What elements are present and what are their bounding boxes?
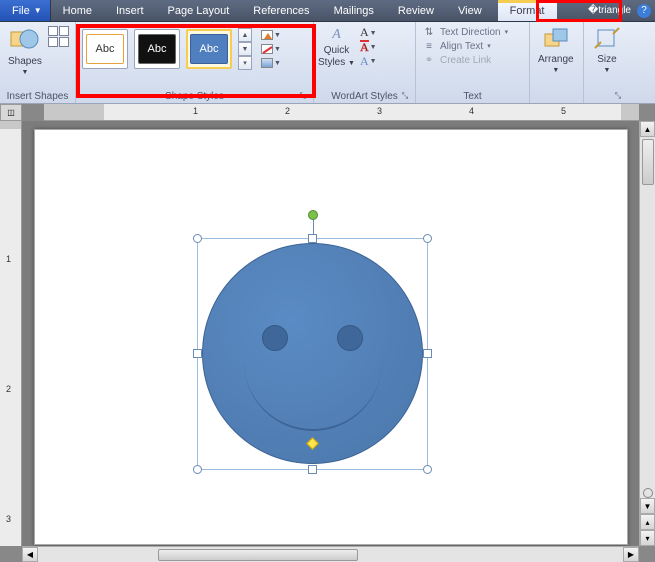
link-icon: ⚭ [422, 54, 436, 66]
group-shape-styles: Abc Abc Abc ▲ ▼ ▾ ▼ ▼ ▼ Shape Styles⤡ [76, 22, 314, 103]
next-page-button[interactable]: ▾ [640, 530, 655, 546]
align-text-button[interactable]: ≡Align Text▾ [422, 40, 508, 52]
browse-object-button[interactable] [643, 488, 653, 498]
dialog-launcher-icon[interactable]: ⤡ [612, 91, 624, 103]
shapes-label: Shapes [8, 56, 42, 67]
tab-insert[interactable]: Insert [104, 0, 156, 21]
resize-handle-tl[interactable] [193, 234, 202, 243]
scroll-right-button[interactable]: ▶ [623, 547, 639, 562]
shapes-button[interactable]: Shapes ▼ [4, 24, 46, 78]
help-icon[interactable]: ? [637, 4, 651, 18]
group-arrange: Arrange ▼ [530, 22, 584, 103]
shape-style-gallery: Abc Abc Abc ▲ ▼ ▾ ▼ ▼ ▼ [80, 24, 290, 74]
quick-styles-icon: A [325, 26, 347, 44]
tab-format[interactable]: Format [498, 0, 557, 21]
shapes-mini-gallery[interactable] [48, 24, 71, 47]
tab-file-label: File [12, 5, 30, 17]
vertical-ruler[interactable]: 123 [0, 121, 22, 546]
tab-page-layout[interactable]: Page Layout [156, 0, 242, 21]
group-size: Size ▼ ⤡ [584, 22, 628, 103]
create-link-button: ⚭Create Link [422, 54, 508, 66]
dialog-launcher-icon[interactable]: ⤡ [297, 91, 309, 103]
gallery-scroll: ▲ ▼ ▾ [238, 28, 252, 70]
resize-handle-b[interactable] [308, 465, 317, 474]
align-text-icon: ≡ [422, 40, 436, 52]
group-label-wordart: WordArt Styles⤡ [318, 89, 411, 103]
shape-selection [197, 214, 428, 472]
size-button[interactable]: Size ▼ [588, 24, 626, 76]
resize-handle-bl[interactable] [193, 465, 202, 474]
tab-references[interactable]: References [241, 0, 321, 21]
shape-style-swatch-2[interactable]: Abc [134, 29, 180, 69]
horizontal-ruler[interactable]: 123456 [44, 104, 639, 121]
ribbon: Shapes ▼ Insert Shapes Abc Abc Abc ▲ ▼ ▾ [0, 22, 655, 104]
text-fill-button[interactable]: A▼ [359, 26, 387, 40]
chevron-down-icon: ▼ [274, 46, 281, 53]
vscroll-thumb[interactable] [642, 139, 654, 185]
shape-style-swatch-1[interactable]: Abc [82, 29, 128, 69]
text-effects-button[interactable]: A▼ [359, 54, 387, 68]
resize-handle-l[interactable] [193, 349, 202, 358]
group-wordart-styles: A Quick Styles ▼ A▼ A▼ A▼ WordArt Styles… [314, 22, 416, 103]
chevron-down-icon: ▼ [274, 32, 281, 39]
shape-outline-button[interactable]: ▼ [260, 42, 288, 56]
gallery-more-button[interactable]: ▾ [238, 56, 252, 70]
shape-fill-button[interactable]: ▼ [260, 28, 288, 42]
group-insert-shapes: Shapes ▼ Insert Shapes [0, 22, 76, 103]
scroll-down-button[interactable]: ▼ [640, 498, 655, 514]
resize-handle-r[interactable] [423, 349, 432, 358]
text-direction-icon: ⇅ [422, 26, 436, 38]
rotation-handle[interactable] [308, 210, 318, 220]
resize-handle-tr[interactable] [423, 234, 432, 243]
scroll-up-button[interactable]: ▲ [640, 121, 655, 137]
chevron-down-icon: ▼ [34, 6, 42, 15]
ruler-corner[interactable]: ◫ [0, 104, 22, 121]
hscroll-thumb[interactable] [158, 549, 358, 561]
selection-rectangle [197, 238, 428, 470]
group-label-shape-styles: Shape Styles⤡ [80, 89, 309, 103]
text-outline-button[interactable]: A▼ [359, 40, 387, 54]
shape-effects-button[interactable]: ▼ [260, 56, 288, 70]
gallery-scroll-up[interactable]: ▲ [238, 28, 252, 42]
quick-styles-button[interactable]: A Quick Styles ▼ [318, 24, 355, 68]
window-controls: �triangle ? [588, 0, 655, 21]
tab-view[interactable]: View [446, 0, 494, 21]
shape-fill-tools: ▼ ▼ ▼ [260, 28, 288, 70]
horizontal-scrollbar[interactable]: ◀ ▶ [22, 546, 639, 562]
ribbon-minimize-icon[interactable]: �triangle [588, 5, 631, 16]
chevron-down-icon: ▼ [21, 69, 28, 76]
ribbon-tabstrip: File ▼ Home Insert Page Layout References… [0, 0, 655, 22]
vertical-scrollbar[interactable]: ▲ ▼ ▴ ▾ [639, 121, 655, 546]
arrange-icon [541, 26, 571, 52]
size-icon [592, 26, 622, 52]
previous-page-button[interactable]: ▴ [640, 514, 655, 530]
tab-home[interactable]: Home [51, 0, 104, 21]
scroll-left-button[interactable]: ◀ [22, 547, 38, 562]
resize-handle-t[interactable] [308, 234, 317, 243]
shape-style-swatch-3-selected[interactable]: Abc [186, 29, 232, 69]
gallery-scroll-down[interactable]: ▼ [238, 42, 252, 56]
group-text: ⇅Text Direction▾ ≡Align Text▾ ⚭Create Li… [416, 22, 530, 103]
resize-handle-br[interactable] [423, 465, 432, 474]
tab-mailings[interactable]: Mailings [322, 0, 386, 21]
chevron-down-icon: ▼ [274, 60, 281, 67]
arrange-button[interactable]: Arrange ▼ [534, 24, 578, 76]
chevron-down-icon: ▼ [552, 67, 559, 74]
chevron-down-icon: ▼ [604, 67, 611, 74]
dialog-launcher-icon[interactable]: ⤡ [399, 91, 411, 103]
tab-file[interactable]: File ▼ [0, 0, 51, 21]
text-direction-button[interactable]: ⇅Text Direction▾ [422, 26, 508, 38]
tab-review[interactable]: Review [386, 0, 446, 21]
group-label-text: Text [420, 89, 525, 103]
wordart-tools: A▼ A▼ A▼ [359, 24, 387, 68]
shapes-icon [9, 26, 41, 54]
group-label-insert-shapes: Insert Shapes [4, 89, 71, 103]
